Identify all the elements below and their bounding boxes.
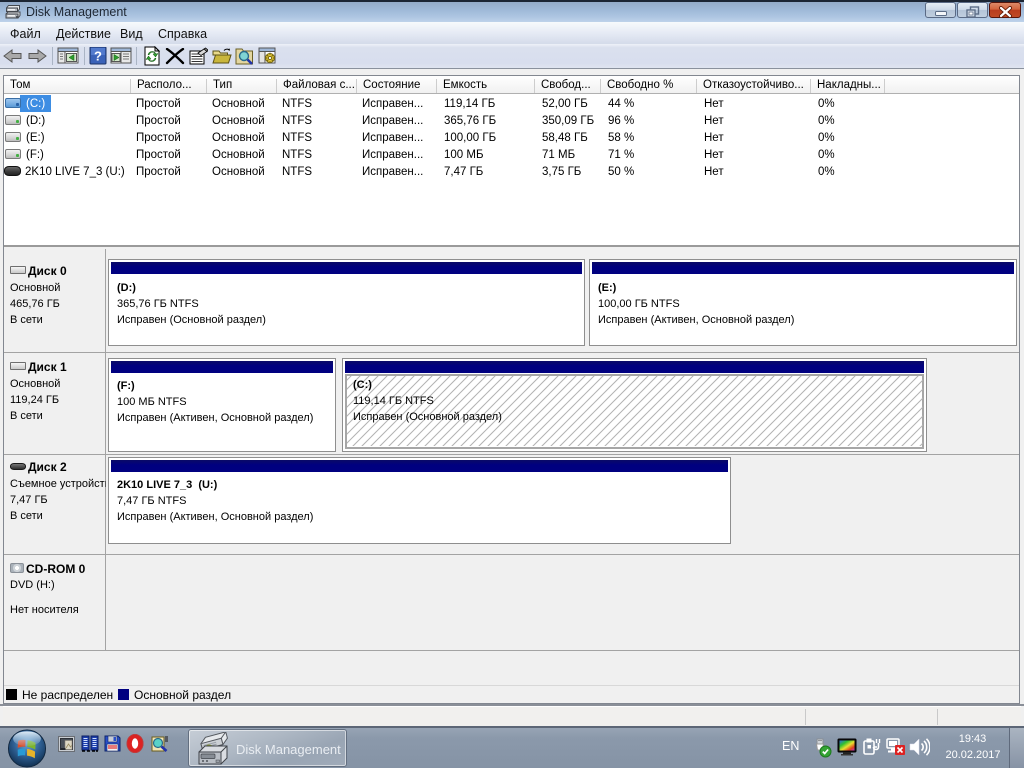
svg-text:?: ?: [94, 49, 102, 64]
